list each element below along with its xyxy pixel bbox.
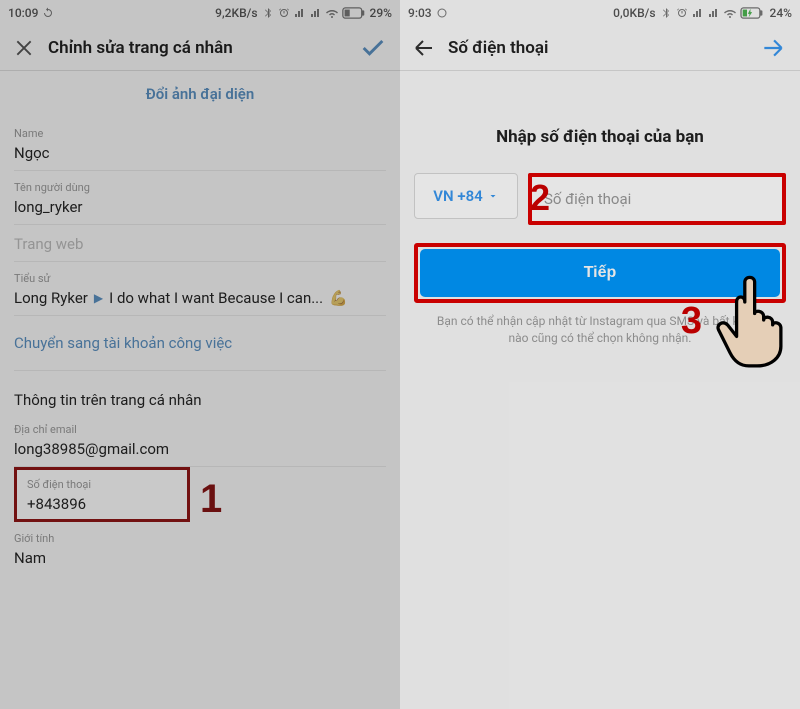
status-time-r: 9:03 [408,6,432,20]
close-icon[interactable] [10,38,38,58]
forward-icon[interactable] [756,35,790,61]
field-bio[interactable]: Tiểu sử Long Ryker ▶ I do what I want Be… [14,262,386,316]
annotation-badge-3: 3 [681,300,702,343]
signal2-icon [310,7,322,19]
status-bar: 10:09 9,2KB/s 29% [0,0,400,25]
wifi-icon [326,7,338,19]
enter-phone-heading: Nhập số điện thoại của bạn [414,127,786,147]
alarm-icon [676,7,688,19]
username-label: Tên người dùng [14,181,386,194]
circle-icon [436,7,448,19]
next-button-highlight: Tiếp [414,243,786,303]
confirm-icon[interactable] [356,34,390,62]
bluetooth-icon [262,7,274,19]
page-title-right: Số điện thoại [438,38,756,58]
gender-value: Nam [14,549,386,567]
alarm-icon [278,7,290,19]
header-bar-right: Số điện thoại [400,25,800,71]
page-title: Chỉnh sửa trang cá nhân [38,38,356,58]
name-label: Name [14,127,386,140]
sync-icon [42,7,54,19]
phone-placeholder: Số điện thoại [544,190,631,208]
status-bar-right: 9:03 0,0KB/s 24% [400,0,800,25]
bio-text: I do what I want Because I can... [109,289,323,307]
phone-value: +843896 [27,495,177,513]
field-username[interactable]: Tên người dùng long_ryker [14,171,386,225]
bio-name: Long Ryker [14,289,88,307]
status-battery: 29% [370,6,392,20]
email-value: long38985@gmail.com [14,440,386,458]
back-icon[interactable] [410,36,438,60]
annotation-badge-2: 2 [530,177,550,219]
play-icon: ▶ [94,291,103,305]
status-rate: 9,2KB/s [215,6,257,20]
wifi-icon [724,7,736,19]
gender-label: Giới tính [14,532,386,545]
field-phone[interactable]: Số điện thoại +843896 [14,467,190,522]
battery-icon [342,7,366,19]
bio-label: Tiểu sử [14,272,386,285]
signal-icon [294,7,306,19]
status-battery-r: 24% [770,6,792,20]
sms-helper-text: Bạn có thể nhận cập nhật từ Instagram qu… [414,313,786,348]
next-button[interactable]: Tiếp [420,249,780,297]
muscle-icon: 💪 [329,289,348,307]
signal-icon [692,7,704,19]
status-rate-r: 0,0KB/s [613,6,655,20]
bluetooth-icon [660,7,672,19]
change-photo-link[interactable]: Đổi ảnh đại diện [0,71,400,117]
username-value: long_ryker [14,198,386,216]
battery-charging-icon [740,7,766,19]
phone-input[interactable]: Số điện thoại [528,173,786,225]
status-time: 10:09 [8,6,38,20]
field-email[interactable]: Địa chỉ email long38985@gmail.com [14,413,386,467]
annotation-badge-1: 1 [200,477,222,522]
field-gender[interactable]: Giới tính Nam [14,522,386,575]
switch-business-link[interactable]: Chuyển sang tài khoản công việc [14,316,386,371]
country-label: VN +84 [433,187,482,205]
header-bar: Chỉnh sửa trang cá nhân [0,25,400,71]
signal2-icon [708,7,720,19]
email-label: Địa chỉ email [14,423,386,436]
field-name[interactable]: Name Ngọc [14,117,386,171]
country-select[interactable]: VN +84 [414,173,518,219]
section-profile-info: Thông tin trên trang cá nhân [14,371,386,413]
name-value: Ngọc [14,144,386,162]
phone-label: Số điện thoại [27,478,177,491]
chevron-down-icon [487,190,499,202]
field-website[interactable]: Trang web [14,225,386,262]
website-placeholder: Trang web [14,235,386,253]
